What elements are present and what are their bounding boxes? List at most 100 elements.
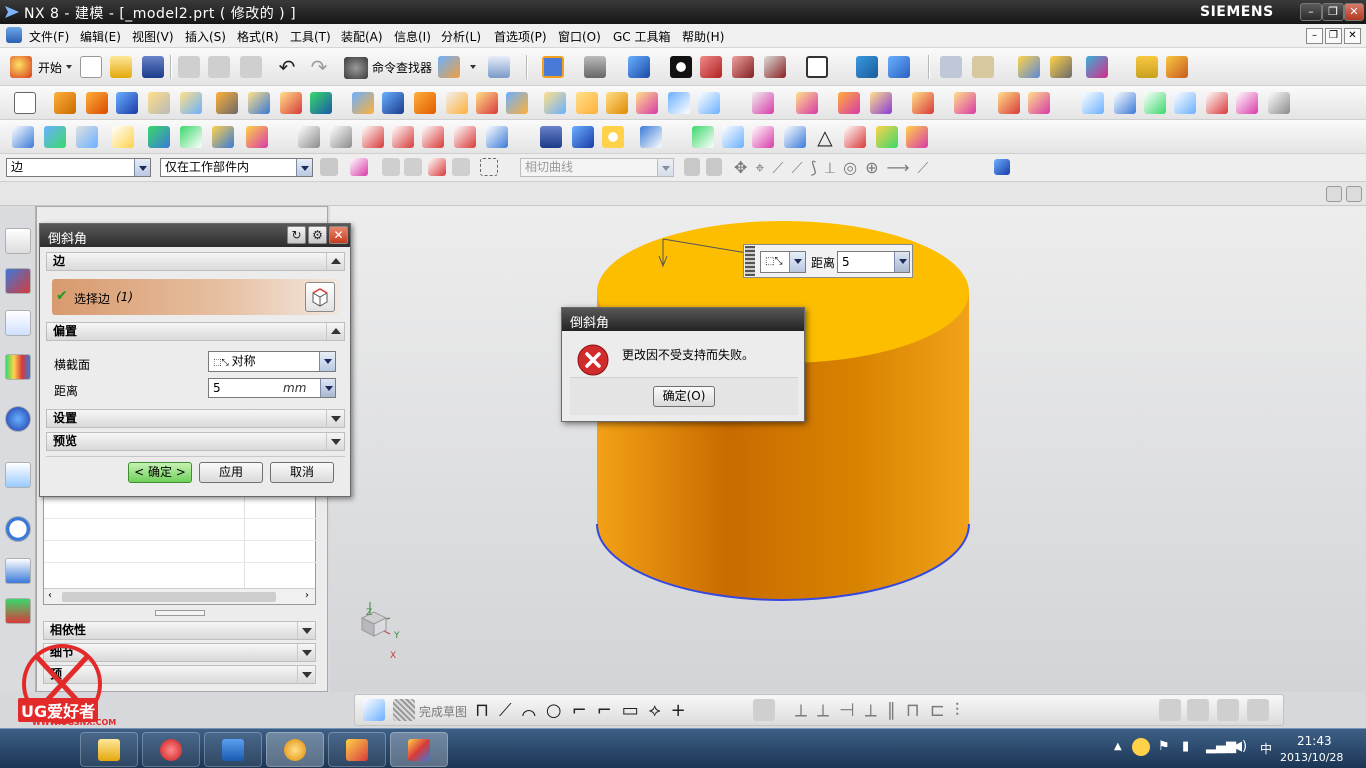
paste-icon[interactable] xyxy=(240,56,262,78)
boss-icon[interactable] xyxy=(248,92,270,114)
curve-icon-6[interactable] xyxy=(454,126,476,148)
delete-face-icon[interactable] xyxy=(838,92,860,114)
volume-icon[interactable]: ◀) xyxy=(1232,739,1247,754)
taskbar-app-blue[interactable] xyxy=(204,732,262,767)
dropdown-icon[interactable] xyxy=(470,65,477,69)
menu-format[interactable]: 格式(R) xyxy=(237,28,279,45)
view-triad-icon[interactable] xyxy=(994,159,1010,175)
replace-feature-icon[interactable] xyxy=(148,126,170,148)
taskbar-app-cube[interactable] xyxy=(328,732,386,767)
constraint-navigator-icon[interactable] xyxy=(5,268,31,294)
sketch-icon[interactable] xyxy=(14,92,36,114)
expand-icon[interactable] xyxy=(1346,186,1362,202)
error-ok-button[interactable]: 确定(O) xyxy=(653,386,715,407)
horizontal-scrollbar[interactable]: ‹ › xyxy=(44,588,315,604)
general-selection-icon[interactable] xyxy=(320,158,338,176)
snap-point-icons[interactable]: ✥⌖⟋⟋⟆⟂◎⊕⟶⟋ xyxy=(734,158,936,178)
cut-icon[interactable] xyxy=(178,56,200,78)
wcs-icon[interactable] xyxy=(856,56,878,78)
menu-assemblies[interactable]: 装配(A) xyxy=(341,28,383,45)
menu-view[interactable]: 视图(V) xyxy=(132,28,174,45)
snap-icon[interactable] xyxy=(972,56,994,78)
relations-icon[interactable] xyxy=(1187,699,1209,721)
cube-red-icon[interactable] xyxy=(700,56,722,78)
face-blend-icon[interactable] xyxy=(1174,92,1196,114)
splitter-handle[interactable] xyxy=(155,610,205,616)
expression-icon[interactable] xyxy=(246,126,268,148)
error-dialog-title[interactable]: 倒斜角 xyxy=(562,308,804,331)
restore-button[interactable]: ❐ xyxy=(1322,3,1344,21)
type-filter-select[interactable]: 边 xyxy=(6,158,151,177)
inferred-icon[interactable] xyxy=(1247,699,1269,721)
journal-icon[interactable] xyxy=(1086,56,1108,78)
select-edge-row[interactable]: ✔ 选择边 (1) xyxy=(52,279,340,315)
minimize-button[interactable]: – xyxy=(1300,3,1322,21)
analysis-icon[interactable] xyxy=(1050,56,1072,78)
hole-icon[interactable] xyxy=(216,92,238,114)
curve-icon-7[interactable] xyxy=(486,126,508,148)
menu-edit[interactable]: 编辑(E) xyxy=(80,28,121,45)
cancel-button[interactable]: 取消 xyxy=(270,462,334,483)
ok-button[interactable]: < 确定 > xyxy=(128,462,192,483)
section-type-select[interactable]: ⬚⤡ xyxy=(760,251,806,273)
curve-icon-3[interactable] xyxy=(362,126,384,148)
menu-preferences[interactable]: 首选项(P) xyxy=(494,28,547,45)
tape-icon[interactable] xyxy=(1166,56,1188,78)
background-icon[interactable] xyxy=(806,56,828,78)
replace-face-icon[interactable] xyxy=(870,92,892,114)
save-icon[interactable] xyxy=(142,56,164,78)
doc-restore-button[interactable]: ❐ xyxy=(1325,28,1342,44)
spring-icon[interactable] xyxy=(572,126,594,148)
arrow-down-icon[interactable] xyxy=(320,379,335,397)
unsuppress-icon[interactable] xyxy=(212,126,234,148)
menu-insert[interactable]: 插入(S) xyxy=(185,28,226,45)
split-body-icon[interactable] xyxy=(576,92,598,114)
grid-icon[interactable] xyxy=(1326,186,1342,202)
menu-file[interactable]: 文件(F) xyxy=(29,28,69,45)
distance-input[interactable]: 5 mm xyxy=(208,378,336,398)
finish-sketch-icon[interactable] xyxy=(393,699,415,721)
subtract-icon[interactable] xyxy=(382,92,404,114)
open-folder-icon[interactable] xyxy=(110,56,132,78)
resize-face-icon[interactable] xyxy=(912,92,934,114)
edge-cube-icon[interactable] xyxy=(305,282,335,312)
tray-app-icon[interactable] xyxy=(1132,738,1150,756)
battery-icon[interactable]: ▮ xyxy=(1182,739,1189,754)
thicken-icon[interactable] xyxy=(668,92,690,114)
finish-sketch-label[interactable]: 完成草图 xyxy=(419,703,467,720)
menu-information[interactable]: 信息(I) xyxy=(394,28,431,45)
command-finder-label[interactable]: 命令查找器 xyxy=(372,59,432,76)
sphere-icon[interactable] xyxy=(180,92,202,114)
move-feature-icon[interactable] xyxy=(76,126,98,148)
curve-icon-2[interactable] xyxy=(330,126,352,148)
copy-icon[interactable] xyxy=(208,56,230,78)
reset-icon[interactable]: ↻ xyxy=(287,226,306,244)
drag-handle[interactable] xyxy=(745,246,755,276)
app-menu-icon[interactable] xyxy=(6,27,22,43)
pattern-icon[interactable] xyxy=(698,92,720,114)
part-navigator-icon[interactable] xyxy=(5,310,31,336)
deselect-icon[interactable] xyxy=(382,158,400,176)
edit-position-icon[interactable] xyxy=(44,126,66,148)
constraint-icons[interactable]: ⟂⟂⊣⟂∥⊓⊏⫶ xyxy=(795,700,969,721)
view-orientation-icon[interactable] xyxy=(628,56,650,78)
shell-icon[interactable] xyxy=(476,92,498,114)
taskbar-media[interactable] xyxy=(266,732,324,767)
select-all-icon[interactable] xyxy=(350,158,368,176)
dialog-close-icon[interactable]: ✕ xyxy=(329,226,348,244)
reorder-icon[interactable] xyxy=(112,126,134,148)
table-icon[interactable] xyxy=(752,126,774,148)
menu-gc-toolkit[interactable]: GC 工具箱 xyxy=(613,28,671,45)
offset-face-icon[interactable] xyxy=(606,92,628,114)
redo-icon[interactable]: ↷ xyxy=(308,57,330,79)
menu-help[interactable]: 帮助(H) xyxy=(682,28,724,45)
layer-settings-icon[interactable] xyxy=(940,56,962,78)
system-materials-icon[interactable] xyxy=(5,558,31,584)
edge-group-header[interactable]: 边 xyxy=(46,252,345,271)
binoculars-icon[interactable] xyxy=(344,57,368,79)
draft-icon[interactable] xyxy=(506,92,528,114)
sew-icon[interactable] xyxy=(1268,92,1290,114)
taskbar-app-red[interactable] xyxy=(142,732,200,767)
curve-icon-5[interactable] xyxy=(422,126,444,148)
offset-curve-icon[interactable] xyxy=(753,699,775,721)
